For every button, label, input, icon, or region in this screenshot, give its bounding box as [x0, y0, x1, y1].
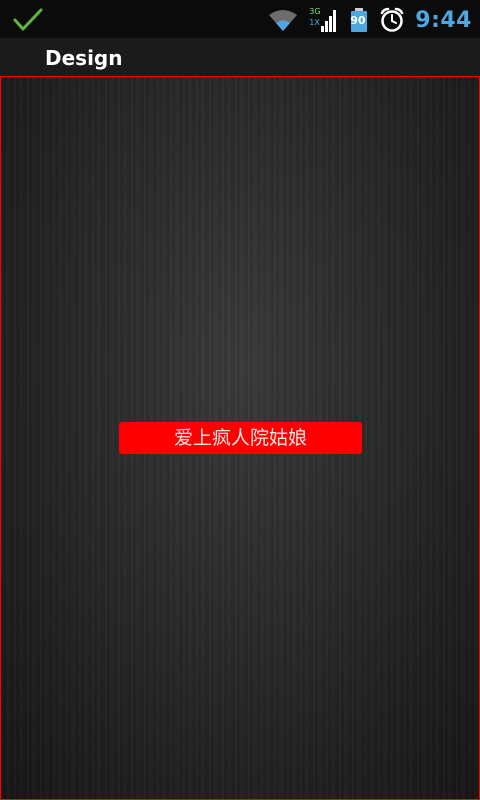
center-text-label[interactable]: 爱上疯人院姑娘	[119, 422, 362, 454]
battery-icon: 90	[349, 6, 369, 34]
checkmark-icon	[12, 6, 44, 34]
signal-icon: 3G 1X	[309, 6, 339, 34]
status-bar: 3G 1X 90 9:44	[0, 0, 480, 38]
alarm-clock-icon	[379, 6, 405, 34]
status-icons: 3G 1X 90 9:44	[267, 5, 472, 35]
wood-background-panel: 爱上疯人院姑娘	[0, 76, 480, 800]
status-time: 9:44	[415, 7, 472, 33]
app-screen: 3G 1X 90 9:44 Design 爱上疯人院姑娘	[0, 0, 480, 800]
app-title: Design	[45, 46, 123, 70]
wifi-icon	[267, 6, 299, 34]
title-bar: Design	[0, 38, 480, 76]
battery-level-text: 90	[350, 14, 366, 27]
